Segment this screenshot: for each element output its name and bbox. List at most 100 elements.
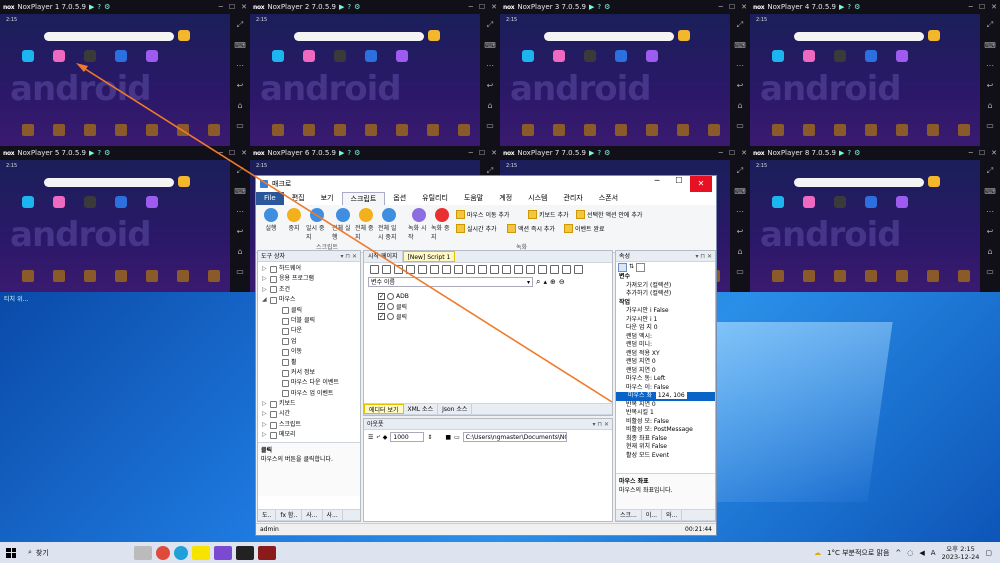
android-app-icon[interactable] [803,50,815,62]
close-icon[interactable]: ✕ [991,3,997,11]
dock-app-icon[interactable] [677,124,689,136]
settings-icon[interactable]: ⚙ [854,3,860,11]
dock-app-icon[interactable] [646,124,658,136]
android-app-icon[interactable] [584,50,596,62]
recent-icon[interactable]: ▭ [736,267,744,276]
android-app-icon[interactable] [553,50,565,62]
close-icon[interactable]: ✕ [690,176,712,192]
settings-icon[interactable]: ⚙ [104,149,110,157]
back-icon[interactable]: ↩ [987,227,994,236]
minimize-icon[interactable]: ─ [969,3,973,11]
recent-icon[interactable]: ▭ [736,121,744,130]
editor-tool-icon[interactable] [442,264,451,274]
recent-icon[interactable]: ▭ [986,121,994,130]
dock-app-icon[interactable] [303,124,315,136]
menu-item[interactable]: 스폰서 [591,192,626,205]
add-icon[interactable]: ⊕ [550,278,556,286]
ribbon-button[interactable]: 전체 실행 [332,208,354,241]
menu-item[interactable]: 유틸리티 [414,192,456,205]
checkbox[interactable]: ✓ [378,312,385,320]
pin-icon[interactable]: ▾ ⊓ ✕ [695,251,715,261]
keyboard-icon[interactable]: ⌨ [734,41,746,50]
android-search-bar[interactable] [794,32,924,41]
nox-taskbar-icon[interactable] [236,545,254,560]
more-icon[interactable]: ⋯ [736,207,744,216]
dock-app-icon[interactable] [22,124,34,136]
close-icon[interactable]: ✕ [741,149,747,157]
dock-app-icon[interactable] [896,124,908,136]
nox-titlebar[interactable]: nox NoxPlayer 7 7.0.5.9 ▶ ? ⚙ ─ ☐ ✕ [500,146,750,160]
toolbox-item[interactable]: 다운 [262,326,360,336]
ribbon-button[interactable]: 실행 [260,208,282,232]
expand-icon[interactable]: ⤢ [237,20,243,30]
property-row[interactable]: 랜덤 미니: [616,341,715,350]
nox-titlebar[interactable]: nox NoxPlayer 8 7.0.5.9 ▶ ? ⚙ ─ ☐ ✕ [750,146,1000,160]
more-icon[interactable]: ⋯ [736,61,744,70]
dock-app-icon[interactable] [584,124,596,136]
remove-icon[interactable]: ⊖ [559,278,565,286]
more-icon[interactable]: ⋯ [986,61,994,70]
toolbox-item[interactable]: 업 [262,337,360,347]
maximize-icon[interactable]: ☐ [668,176,690,192]
property-row[interactable]: 비활성 모: False [616,418,715,427]
dock-app-icon[interactable] [22,270,34,282]
back-icon[interactable]: ↩ [487,81,494,90]
close-icon[interactable]: ✕ [491,3,497,11]
property-row[interactable]: 다운 업 지 0 [616,324,715,333]
dock-app-icon[interactable] [958,124,970,136]
menu-item[interactable]: 스크립트 [341,192,386,205]
property-row[interactable]: 활성 모드 Event [616,452,715,461]
toolbox-item[interactable]: ▷ 스크립트 [262,420,360,430]
toolbox-item[interactable]: 마우스 업 이벤트 [262,389,360,399]
toolbox-item[interactable]: 클릭 [262,306,360,316]
nox-titlebar[interactable]: nox NoxPlayer 2 7.0.5.9 ▶ ? ⚙ ─ ☐ ✕ [250,0,500,14]
folder-icon[interactable]: ▭ [454,434,460,441]
script-line[interactable]: ✓ 클릭 [378,301,612,311]
window-titlebar[interactable]: 매크로 ─ ☐ ✕ [256,176,716,192]
start-icon[interactable] [0,547,22,558]
property-row[interactable]: 랜덤 엑시: [616,333,715,342]
minimize-icon[interactable]: ─ [469,3,473,11]
clock[interactable]: 오후 2:15 2023-12-24 [942,545,980,561]
android-app-icon[interactable] [272,50,284,62]
android-app-icon[interactable] [896,196,908,208]
gift-icon[interactable] [928,176,940,187]
back-icon[interactable]: ↩ [737,81,744,90]
dock-app-icon[interactable] [177,270,189,282]
recent-icon[interactable]: ▭ [986,267,994,276]
ribbon-small-button[interactable]: 키보드 추가 [526,209,571,220]
property-row[interactable]: 반복 지연 0 [616,401,715,410]
gift-icon[interactable] [178,176,190,187]
tray-chevron-icon[interactable]: ^ [895,549,901,557]
android-app-icon[interactable] [834,50,846,62]
android-app-icon[interactable] [146,196,158,208]
nox-titlebar[interactable]: nox NoxPlayer 1 7.0.5.9 ▶ ? ⚙ ─ ☐ ✕ [0,0,250,14]
search-icon[interactable]: ⌕ [536,277,540,287]
play-icon[interactable]: ▶ [89,149,94,157]
toolbox-item[interactable]: ▷ 시간 [262,409,360,419]
ribbon-small-button[interactable]: 액션 즉시 추가 [505,223,557,234]
property-category[interactable]: 변수 [616,273,715,282]
dock-app-icon[interactable] [53,124,65,136]
back-icon[interactable]: ↩ [737,227,744,236]
toolbox-item[interactable]: ▷ 하드웨어 [262,264,360,274]
close-icon[interactable]: ✕ [991,149,997,157]
property-category[interactable]: 작업 [616,299,715,308]
play-icon[interactable]: ▶ [839,3,844,11]
settings-icon[interactable]: ⚙ [604,3,610,11]
spinner-icon[interactable]: ⇕ [427,434,432,441]
maximize-icon[interactable]: ☐ [979,3,985,11]
editor-tool-icon[interactable] [454,264,463,274]
expand-icon[interactable]: ⤢ [487,20,493,30]
expand-icon[interactable]: ⤢ [737,166,743,176]
property-value[interactable]: 124, 106 [655,392,687,399]
dock-app-icon[interactable] [708,124,720,136]
toolbox-item[interactable]: 커서 정보 [262,368,360,378]
more-icon[interactable]: ⋯ [236,61,244,70]
nox-titlebar[interactable]: nox NoxPlayer 6 7.0.5.9 ▶ ? ⚙ ─ ☐ ✕ [250,146,500,160]
toolbox-item[interactable]: 이동 [262,347,360,357]
close-icon[interactable]: ✕ [741,3,747,11]
android-screen[interactable]: 2:15 android [750,160,1000,292]
editor-tool-icon[interactable] [562,264,571,274]
dock-app-icon[interactable] [896,270,908,282]
